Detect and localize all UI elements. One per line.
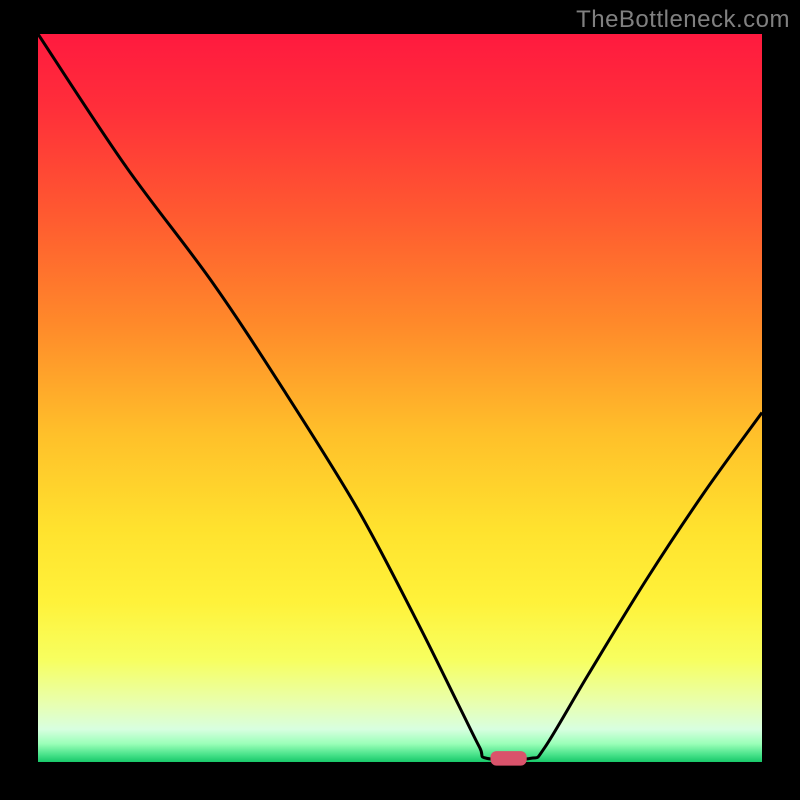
plot-background (38, 34, 762, 762)
watermark-text: TheBottleneck.com (576, 6, 790, 34)
chart-container: TheBottleneck.com (0, 0, 800, 800)
bottleneck-chart (0, 0, 800, 800)
optimal-marker (491, 751, 527, 766)
